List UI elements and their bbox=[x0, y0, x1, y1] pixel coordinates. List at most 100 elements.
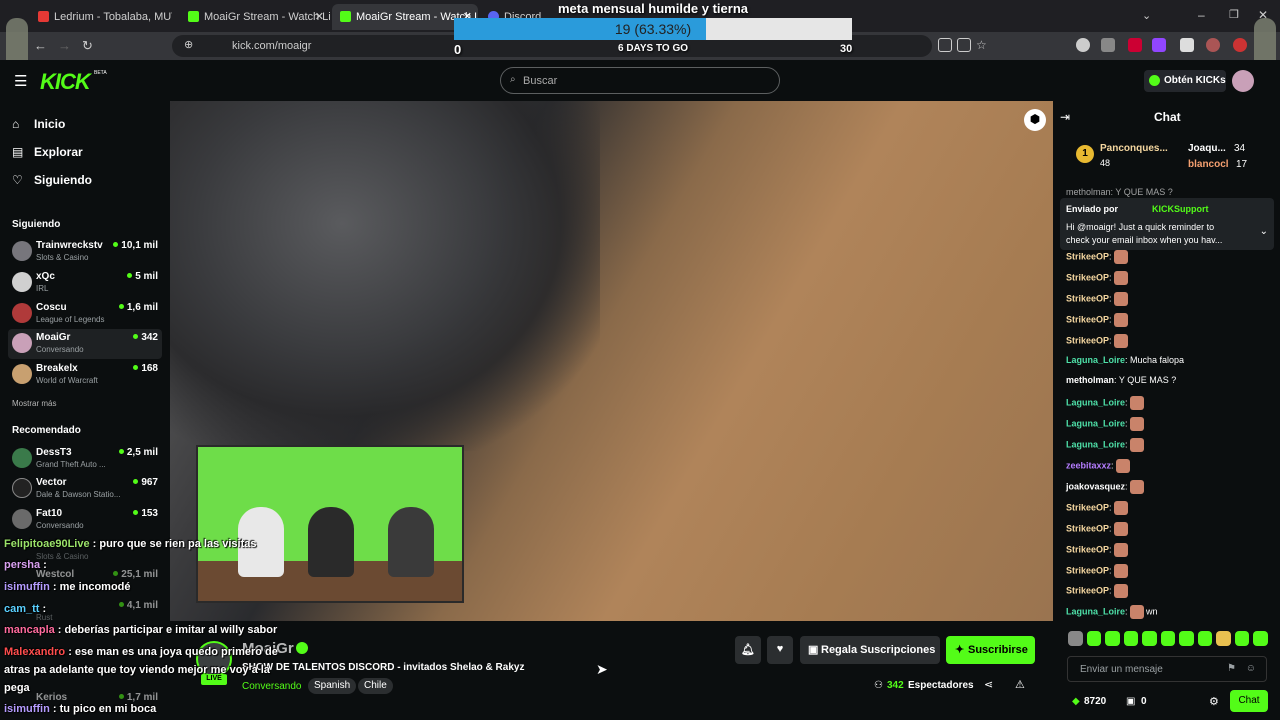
nav-inicio[interactable]: Inicio bbox=[34, 117, 65, 131]
quick-emote-icon[interactable] bbox=[1105, 631, 1120, 646]
collapse-chat-icon[interactable]: ⇥ bbox=[1060, 110, 1070, 124]
tab-list-chevron-icon[interactable]: ⌄ bbox=[1142, 9, 1151, 22]
follow-heart-button[interactable]: ♥ bbox=[767, 636, 793, 664]
chat-username[interactable]: StrikeeOP bbox=[1066, 586, 1109, 596]
chat-username[interactable]: metholman bbox=[1066, 375, 1114, 385]
sidebar-item-channel[interactable]: xQc IRL 5 mil bbox=[8, 268, 162, 298]
chat-username[interactable]: Laguna_Loire bbox=[1066, 419, 1125, 429]
chat-message[interactable]: StrikeeOP: bbox=[1066, 250, 1128, 264]
quick-emote-icon[interactable] bbox=[1123, 631, 1139, 646]
chevron-down-icon[interactable]: ⌄ bbox=[1260, 226, 1268, 237]
chat-message[interactable]: StrikeeOP: bbox=[1066, 500, 1128, 515]
avatar[interactable] bbox=[1206, 38, 1220, 52]
chat-message[interactable]: Laguna_Loire: bbox=[1066, 438, 1144, 453]
maximize-icon[interactable]: ❐ bbox=[1229, 8, 1239, 21]
minimize-icon[interactable]: – bbox=[1198, 8, 1205, 22]
chat-message[interactable]: StrikeeOP: bbox=[1066, 521, 1128, 536]
chat-username[interactable]: StrikeeOP bbox=[1066, 272, 1109, 282]
chat-username[interactable]: StrikeeOP bbox=[1066, 502, 1109, 512]
site-info-icon[interactable]: ⊕ bbox=[184, 38, 193, 51]
search-input[interactable]: ⌕ Buscar bbox=[500, 67, 780, 94]
user-avatar[interactable] bbox=[1232, 70, 1254, 92]
report-warning-icon[interactable]: ⚠ bbox=[1015, 678, 1025, 691]
chat-message[interactable]: Laguna_Loire: wn bbox=[1066, 605, 1158, 620]
quick-emote-icon[interactable] bbox=[1216, 631, 1231, 646]
chat-send-button[interactable]: Chat bbox=[1230, 690, 1268, 712]
chat-message[interactable]: Laguna_Loire: bbox=[1066, 396, 1144, 411]
gift-icon[interactable]: ▣ bbox=[1126, 696, 1135, 707]
browser-tab-1[interactable]: Ledrium - Tobalaba, MUT, Av. P bbox=[30, 4, 172, 30]
tag-language[interactable]: Spanish bbox=[308, 678, 357, 694]
nav-siguiendo[interactable]: Siguiendo bbox=[34, 173, 92, 187]
chat-message[interactable]: StrikeeOP: bbox=[1066, 291, 1128, 306]
show-more-link[interactable]: Mostrar más bbox=[12, 399, 56, 408]
chat-username[interactable]: StrikeeOP bbox=[1066, 251, 1109, 261]
chat-username[interactable]: StrikeeOP bbox=[1066, 335, 1109, 345]
puzzle-icon[interactable] bbox=[1180, 38, 1194, 52]
top-gifter-name[interactable]: Panconques... bbox=[1100, 143, 1168, 154]
twitch-extension-icon[interactable] bbox=[1152, 38, 1166, 52]
chat-username[interactable]: StrikeeOP bbox=[1066, 523, 1109, 533]
gift-subs-button[interactable]: ▣ Regala Suscripciones bbox=[800, 636, 940, 664]
extension-icon[interactable] bbox=[1233, 38, 1247, 52]
chat-username[interactable]: Laguna_Loire bbox=[1066, 439, 1125, 449]
kick-emote-icon[interactable]: ⚑ bbox=[1227, 663, 1236, 674]
sidebar-item-channel-selected[interactable]: MoaiGr Conversando 342 bbox=[8, 329, 162, 359]
forward-icon[interactable]: → bbox=[58, 38, 71, 53]
chat-username[interactable]: StrikeeOP bbox=[1066, 565, 1109, 575]
quick-emote-icon[interactable] bbox=[1253, 631, 1269, 646]
chat-message[interactable]: zeebitaxxz: bbox=[1066, 459, 1130, 473]
profile-icon[interactable] bbox=[1076, 38, 1090, 52]
settings-gear-icon[interactable]: ⬢ bbox=[1024, 109, 1046, 131]
chat-username[interactable]: zeebitaxxz bbox=[1066, 460, 1111, 470]
chat-message[interactable]: StrikeeOP: bbox=[1066, 312, 1128, 327]
sidebar-item-channel[interactable]: Breakelx World of Warcraft 168 bbox=[8, 360, 162, 390]
chat-message[interactable]: StrikeeOP: bbox=[1066, 542, 1128, 557]
gifter-name[interactable]: Joaqu... bbox=[1188, 143, 1226, 154]
chat-username[interactable]: StrikeeOP bbox=[1066, 314, 1109, 324]
chat-username[interactable]: Laguna_Loire bbox=[1066, 355, 1125, 365]
menu-icon[interactable]: ☰ bbox=[14, 72, 27, 90]
bookmark-star-icon[interactable]: ☆ bbox=[976, 38, 987, 52]
chat-message[interactable]: Laguna_Loire: bbox=[1066, 417, 1144, 432]
quick-emote-icon[interactable] bbox=[1197, 631, 1213, 646]
chat-username[interactable]: StrikeeOP bbox=[1066, 544, 1109, 554]
cast-icon[interactable] bbox=[938, 38, 952, 52]
browser-tab-2[interactable]: MoaiGr Stream - Watch Live on ✕ bbox=[180, 4, 330, 30]
quick-emote-icon[interactable] bbox=[1142, 631, 1157, 646]
chat-message[interactable]: StrikeeOP: bbox=[1066, 584, 1128, 599]
chat-message[interactable]: joakovasquez: bbox=[1066, 479, 1144, 494]
notifications-bell-button[interactable]: 🔔︎ bbox=[735, 636, 761, 664]
quick-emote-icon[interactable] bbox=[1160, 631, 1176, 646]
extension-icon[interactable] bbox=[1128, 38, 1142, 52]
sidebar-item-channel[interactable]: DessT3 Grand Theft Auto ... 2,5 mil bbox=[8, 444, 162, 474]
nav-explorar[interactable]: Explorar bbox=[34, 145, 83, 159]
kick-logo[interactable]: KICK bbox=[40, 69, 91, 95]
sidebar-item-channel[interactable]: Fat10 Conversando 153 bbox=[8, 505, 162, 535]
quick-emote-icon[interactable] bbox=[1234, 631, 1250, 646]
share-icon[interactable]: ⋖ bbox=[984, 678, 993, 691]
extension-icon[interactable] bbox=[1101, 38, 1115, 52]
back-icon[interactable]: ← bbox=[34, 38, 47, 53]
gifter-name[interactable]: blancocl bbox=[1188, 159, 1229, 170]
pinned-message[interactable]: Enviado por KICKSupport Hi @moaigr! Just… bbox=[1060, 198, 1274, 250]
chat-message-input[interactable]: Enviar un mensaje ⚑ ☺ bbox=[1067, 656, 1267, 682]
subscribe-button[interactable]: ✦ Suscribirse bbox=[946, 636, 1035, 664]
chat-settings-gear-icon[interactable]: ⚙ bbox=[1209, 695, 1219, 708]
chat-username[interactable]: Laguna_Loire bbox=[1066, 398, 1125, 408]
close-icon[interactable]: ✕ bbox=[315, 10, 324, 23]
screenshot-icon[interactable] bbox=[957, 38, 971, 52]
sidebar-item-channel[interactable]: Trainwreckstv Slots & Casino 10,1 mil bbox=[8, 237, 162, 267]
quick-emote-icon[interactable] bbox=[1068, 631, 1083, 646]
quick-emote-icon[interactable] bbox=[1179, 631, 1194, 646]
get-kicks-button[interactable]: Obtén KICKs bbox=[1144, 70, 1226, 92]
stream-category[interactable]: Conversando bbox=[242, 681, 301, 692]
chat-message[interactable]: metholman: Y QUE MAS ? bbox=[1066, 375, 1176, 385]
chat-username[interactable]: joakovasquez bbox=[1066, 481, 1125, 491]
chat-username[interactable]: StrikeeOP bbox=[1066, 293, 1109, 303]
tag-country[interactable]: Chile bbox=[358, 678, 393, 694]
sidebar-item-channel[interactable]: Coscu League of Legends 1,6 mil bbox=[8, 299, 162, 329]
chat-message[interactable]: StrikeeOP: bbox=[1066, 563, 1128, 578]
emoji-icon[interactable]: ☺ bbox=[1246, 663, 1256, 674]
quick-emote-icon[interactable] bbox=[1086, 631, 1102, 646]
